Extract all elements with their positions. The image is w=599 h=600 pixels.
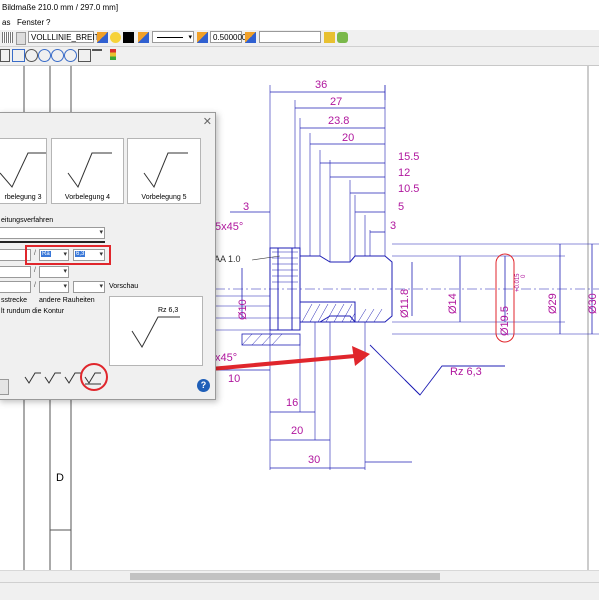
diameter-19-5: Ø19.5	[499, 306, 511, 336]
measure-icon[interactable]	[92, 49, 102, 62]
dim-16: 16	[286, 397, 298, 409]
param-field-3[interactable]	[0, 281, 31, 293]
preset-4-label: Vorbelegung 4	[64, 194, 111, 201]
preset-4[interactable]: Vorbelegung 4	[51, 138, 124, 204]
roughness-preset-icon	[67, 152, 112, 189]
scrollbar-thumb[interactable]	[130, 573, 440, 580]
surface-roughness-dialog: ✕ rbelegung 3 Vorbelegung 4 Vorbelegung …	[0, 112, 216, 400]
diameter-11-8: Ø11.8	[399, 289, 411, 318]
roughness-preset-icon	[143, 152, 188, 189]
zoom-out-icon[interactable]	[51, 49, 64, 62]
tools-icon[interactable]	[337, 32, 348, 43]
diameter-30: Ø30	[587, 293, 599, 314]
traffic-light-icon[interactable]	[110, 49, 116, 60]
dim-3-right: 3	[390, 220, 396, 232]
symbol-forbidden-icon[interactable]	[64, 372, 81, 384]
method-select[interactable]: ▾	[0, 227, 105, 239]
dim-20-bottom: 20	[291, 425, 303, 437]
symbol-basic-icon[interactable]	[24, 372, 41, 384]
param-field-2[interactable]	[0, 266, 31, 278]
line-type-select[interactable]: ▾	[152, 31, 194, 43]
diameter-14: Ø14	[447, 293, 459, 314]
layer-icon-2[interactable]	[138, 32, 149, 43]
divider	[0, 241, 105, 243]
diameter-29: Ø29	[547, 293, 559, 314]
highlight-box	[25, 245, 111, 265]
zoom-window-icon[interactable]	[12, 49, 25, 62]
roughness-preset-icon	[0, 152, 46, 188]
menu-item-fenster[interactable]: Fenster	[17, 18, 44, 27]
preview-box: Rz 6,3	[109, 296, 203, 366]
dim-23-8: 23.8	[328, 115, 349, 127]
dim-3-left: 3	[243, 201, 249, 213]
dim-10-5: 10.5	[398, 183, 419, 195]
title-bar: Bildmaße 210.0 mm / 297.0 mm]	[0, 0, 599, 17]
bulb-icon[interactable]	[110, 32, 121, 43]
menu-item-extras[interactable]: as	[2, 18, 10, 27]
zoom-fit-icon[interactable]	[64, 49, 77, 62]
pattern-dropdown[interactable]	[16, 32, 26, 45]
chamfer-bottom: x45°	[215, 352, 237, 364]
dim-10-bottom: 10	[228, 373, 240, 385]
line-style-field[interactable]: VOLLLINIE_BREIT	[28, 31, 99, 43]
aa-label: AA 1.0	[214, 254, 241, 264]
preview-label: Vorschau	[109, 283, 139, 290]
dim-12: 12	[398, 167, 410, 179]
pattern-icon[interactable]	[2, 32, 13, 43]
option-sampling-length[interactable]: sstrecke	[1, 297, 27, 304]
redraw-icon[interactable]	[78, 49, 91, 62]
menu-item-help[interactable]: ?	[46, 18, 50, 27]
view-toolbar	[0, 47, 599, 66]
param-select-3[interactable]: ▾	[39, 281, 69, 293]
preset-5-label: Vorbelegung 5	[141, 194, 187, 201]
preset-3[interactable]: rbelegung 3	[0, 138, 47, 204]
status-bar	[0, 582, 599, 600]
roughness-label: Rz 6,3	[450, 366, 482, 378]
dim-30: 30	[308, 454, 320, 466]
layer-icon-4[interactable]	[245, 32, 256, 43]
help-button[interactable]: ?	[197, 379, 210, 392]
section-label: eitungsverfahren	[1, 217, 54, 224]
properties-toolbar: VOLLLINIE_BREIT ▾ 0.500000	[0, 30, 599, 47]
close-icon[interactable]: ✕	[203, 115, 212, 128]
highlight-circle	[80, 363, 108, 391]
param-select-4[interactable]: ▾	[73, 281, 105, 293]
pan-icon[interactable]	[25, 49, 38, 62]
preview-value: Rz 6,3	[158, 307, 179, 314]
chamfer-top: 5x45°	[215, 221, 243, 233]
menu-bar: as Fenster ?	[0, 16, 599, 30]
horizontal-scrollbar[interactable]	[0, 570, 599, 582]
palette-icon[interactable]	[324, 32, 335, 43]
dim-15-5: 15.5	[398, 151, 419, 163]
layer-icon[interactable]	[97, 32, 108, 43]
layer-icon-3[interactable]	[197, 32, 208, 43]
dim-20: 20	[342, 132, 354, 144]
line-width-field[interactable]: 0.500000	[210, 31, 246, 43]
preset-3-label: rbelegung 3	[4, 194, 42, 201]
option-other-roughness[interactable]: andere Rauheiten	[39, 297, 95, 304]
param-select-2[interactable]: ▾	[39, 266, 69, 278]
select-icon[interactable]	[0, 49, 10, 62]
symbol-machined-icon[interactable]	[44, 372, 61, 384]
color-black-icon[interactable]	[123, 32, 134, 43]
dim-5: 5	[398, 201, 404, 213]
preset-5[interactable]: Vorbelegung 5	[127, 138, 201, 204]
tolerance-lower: 0	[521, 274, 527, 278]
zoom-in-icon[interactable]	[38, 49, 51, 62]
diameter-10: Ø10	[237, 299, 249, 320]
dim-27: 27	[330, 96, 342, 108]
window-title: Bildmaße 210.0 mm / 297.0 mm]	[2, 3, 119, 12]
roughness-symbol[interactable]	[369, 344, 505, 396]
dialog-button[interactable]	[0, 379, 9, 395]
option-all-around[interactable]: lt rundum die Kontur	[1, 308, 64, 315]
roughness-preview-icon	[131, 316, 180, 348]
frame-letter: D	[56, 472, 64, 484]
dim-36: 36	[315, 79, 327, 91]
empty-field[interactable]	[259, 31, 321, 43]
